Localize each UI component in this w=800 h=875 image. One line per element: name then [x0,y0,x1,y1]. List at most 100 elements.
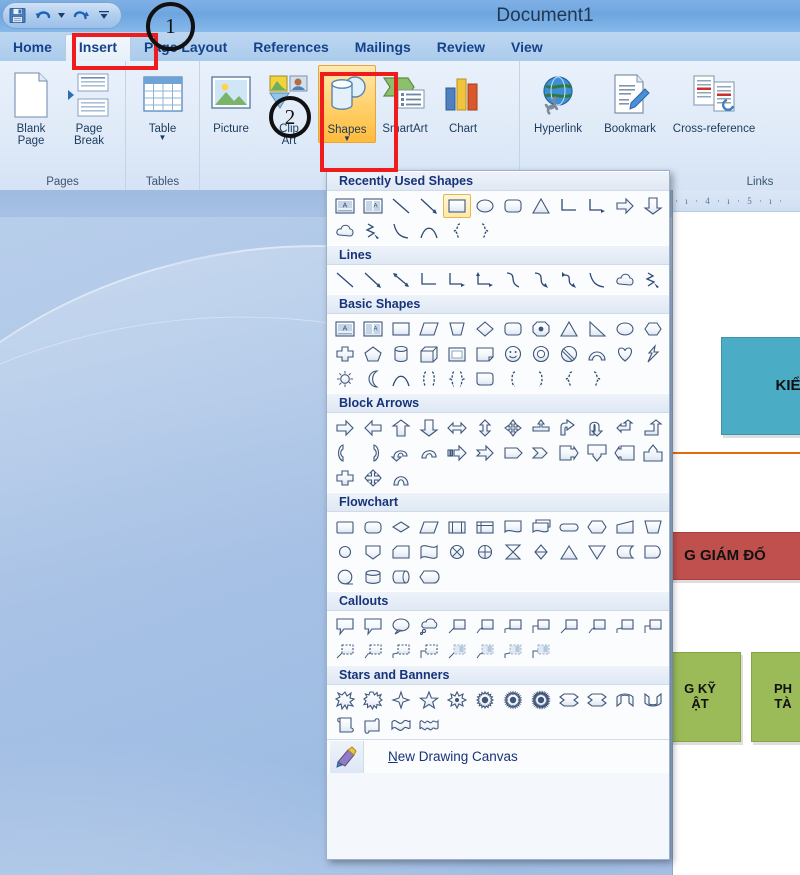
smartart-button[interactable]: SmartArt [376,65,434,135]
shapes-button[interactable]: Shapes ▼ [318,65,376,144]
vertical-scroll-shape[interactable] [331,713,359,737]
flowchart-internal-storage-shape[interactable] [471,515,499,539]
callout-2-no-border-shape[interactable] [471,639,499,663]
line-callout-1-accent-shape[interactable] [331,639,359,663]
flowchart-predefined-process-shape[interactable] [443,515,471,539]
32-point-star-shape[interactable] [527,688,555,712]
elbow-connector-shape[interactable] [415,268,443,292]
oval-callout-shape[interactable] [387,614,415,638]
curved-double-arrow-connector-shape[interactable] [555,268,583,292]
flowchart-or-shape[interactable] [471,540,499,564]
tab-mailings[interactable]: Mailings [342,35,424,61]
horizontal-scroll-shape[interactable] [359,713,387,737]
shapes-dropdown-caret-icon[interactable]: ▼ [343,135,351,143]
line-callout-4-shape[interactable] [527,614,555,638]
left-arrow-callout-shape[interactable] [611,441,639,465]
down-ribbon-shape[interactable] [583,688,611,712]
flowchart-offpage-connector-shape[interactable] [359,540,387,564]
line-double-arrow-shape[interactable] [387,268,415,292]
elbow-connector-shape[interactable] [555,194,583,218]
flowchart-data-shape[interactable] [415,515,443,539]
rectangle-shape[interactable] [387,317,415,341]
org-box-teal[interactable]: KIỂ [721,337,800,435]
scribble-shape[interactable] [359,219,387,243]
line-callout-2-shape[interactable] [471,614,499,638]
donut-shape[interactable] [527,342,555,366]
rectangle-shape[interactable] [443,193,471,218]
left-arrow-shape[interactable] [359,416,387,440]
flowchart-decision-shape[interactable] [387,515,415,539]
org-box-green-2[interactable]: PH TÀ [751,652,800,742]
recent-two-column-text-shape[interactable]: A [359,194,387,218]
bent-up-arrow-shape[interactable] [639,416,667,440]
redo-icon[interactable] [68,4,92,27]
curved-down-arrow-shape[interactable] [415,441,443,465]
flowchart-stored-data-shape[interactable] [611,540,639,564]
scribble-shape[interactable] [639,268,667,292]
freeform-shape[interactable] [611,268,639,292]
folded-corner-shape[interactable] [471,342,499,366]
lightning-bolt-shape[interactable] [639,342,667,366]
line-arrow-shape[interactable] [359,268,387,292]
curved-left-arrow-shape[interactable] [359,441,387,465]
pentagon-arrow-shape[interactable] [499,441,527,465]
undo-icon[interactable] [31,4,55,27]
flowchart-multidocument-shape[interactable] [527,515,555,539]
curved-arrow-connector-shape[interactable] [527,268,555,292]
rounded-rectangle-shape[interactable] [499,194,527,218]
chart-button[interactable]: Chart [434,65,492,135]
new-drawing-canvas-row[interactable]: New Drawing Canvas [327,739,669,773]
up-ribbon-shape[interactable] [555,688,583,712]
line-shape[interactable] [331,268,359,292]
document-page[interactable]: KIỂ G GIÁM ĐỐ G KỸ ẬT PH TÀ [673,212,800,875]
line-callout-3-shape[interactable] [499,614,527,638]
arc-shape[interactable] [387,367,415,391]
curved-up-arrow-shape[interactable] [387,441,415,465]
oval-shape[interactable] [471,194,499,218]
line-callout-1-border-shape[interactable] [555,614,583,638]
cloud-callout-shape[interactable] [415,614,443,638]
flowchart-sequential-access-storage-shape[interactable] [331,565,359,589]
pentagon-shape[interactable] [359,342,387,366]
flowchart-process-shape[interactable] [331,515,359,539]
elbow-double-arrow-connector-shape[interactable] [471,268,499,292]
right-brace-shape[interactable] [471,219,499,243]
plaque-shape[interactable] [471,367,499,391]
heart-shape[interactable] [611,342,639,366]
rectangular-callout-shape[interactable] [331,614,359,638]
rounded-rectangle-shape[interactable] [499,317,527,341]
left-up-arrow-shape[interactable] [611,416,639,440]
smiley-face-shape[interactable] [499,342,527,366]
flowchart-manual-input-shape[interactable] [611,515,639,539]
cross-reference-button[interactable]: Cross-reference [666,65,762,135]
flowchart-magnetic-disk-shape[interactable] [359,565,387,589]
isosceles-triangle-shape[interactable] [555,317,583,341]
blank-page-button[interactable]: Blank Page [2,65,60,148]
notched-right-arrow-shape[interactable] [471,441,499,465]
curve-shape[interactable] [387,219,415,243]
block-arc-shape[interactable] [583,342,611,366]
up-down-arrow-shape[interactable] [471,416,499,440]
cloud-shape[interactable] [331,219,359,243]
hyperlink-button[interactable]: Hyperlink [522,65,594,135]
bent-arrow-shape[interactable] [555,416,583,440]
recent-text-box-shape[interactable]: A [331,194,359,218]
u-turn-arrow-shape[interactable] [583,416,611,440]
two-column-text-shape[interactable]: A [359,317,387,341]
flowchart-manual-operation-shape[interactable] [639,515,667,539]
curved-down-ribbon-shape[interactable] [639,688,667,712]
flowchart-terminator-shape[interactable] [555,515,583,539]
undo-dropdown-icon[interactable] [57,4,66,27]
quad-arrow-callout-shape[interactable] [331,466,359,490]
flowchart-display-shape[interactable] [415,565,443,589]
tab-review[interactable]: Review [424,35,498,61]
up-arrow-shape[interactable] [387,416,415,440]
tee-arrow-shape[interactable] [527,416,555,440]
flowchart-summing-junction-shape[interactable] [443,540,471,564]
oval-shape[interactable] [611,317,639,341]
table-button[interactable]: Table ▼ [134,65,192,142]
text-box-shape[interactable]: A [331,317,359,341]
left-bracket-shape[interactable] [499,367,527,391]
cross-shape[interactable] [331,342,359,366]
striped-right-arrow-shape[interactable] [443,441,471,465]
